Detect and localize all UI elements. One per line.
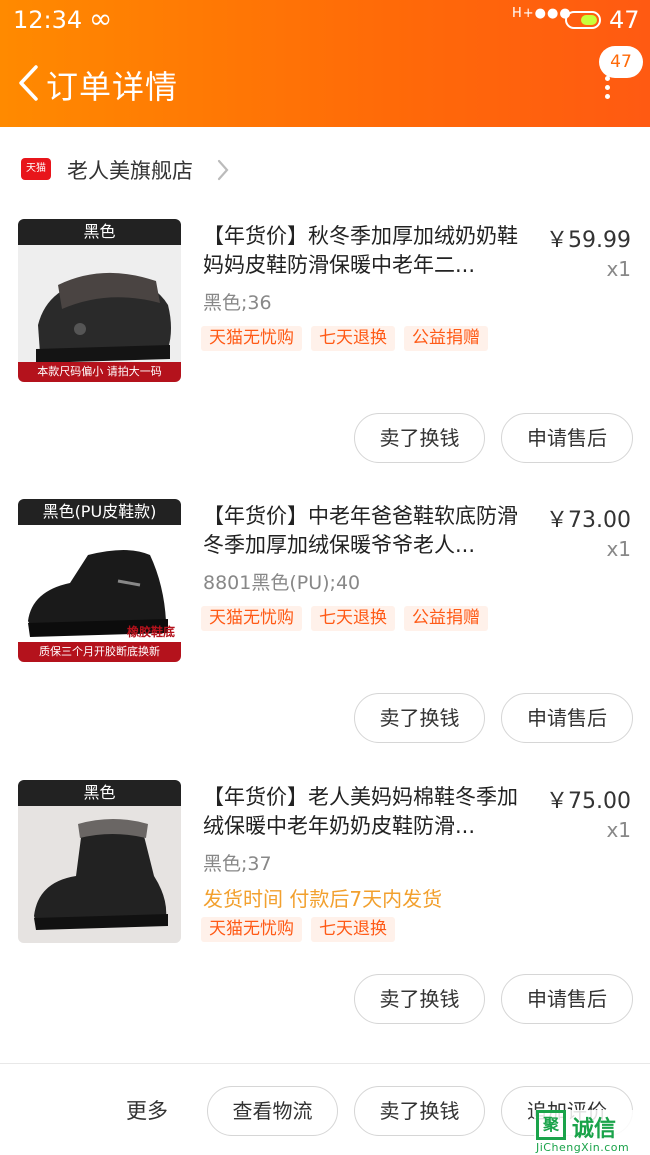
battery-icon	[565, 11, 601, 29]
watermark-domain: JiChengXin.com	[536, 1141, 630, 1154]
product-title[interactable]: 【年货价】中老年爸爸鞋软底防滑冬季加厚加绒保暖爷爷老人...	[203, 502, 533, 560]
watermark: 聚 诚信 JiChengXin.com	[534, 1110, 650, 1155]
more-button[interactable]: 更多	[126, 1095, 168, 1125]
product-image[interactable]: 黑色(PU皮鞋款) 橡胶鞋底 质保三个月开胶断底换新	[18, 499, 181, 662]
order-item[interactable]: 黑色 本款尺码偏小 请拍大一码 【年货价】秋冬季加厚加绒奶奶鞋妈妈皮鞋防滑保暖中…	[0, 219, 650, 499]
product-title[interactable]: 【年货价】老人美妈妈棉鞋冬季加绒保暖中老年奶奶皮鞋防滑...	[203, 783, 533, 841]
watermark-logo: 聚	[536, 1110, 566, 1140]
resell-order-button[interactable]: 卖了换钱	[354, 1086, 485, 1136]
shipping-time: 发货时间 付款后7天内发货	[203, 887, 443, 911]
resell-button[interactable]: 卖了换钱	[354, 974, 485, 1024]
product-title[interactable]: 【年货价】秋冬季加厚加绒奶奶鞋妈妈皮鞋防滑保暖中老年二...	[203, 222, 533, 280]
shop-row[interactable]: 天猫 老人美旗舰店	[0, 140, 650, 198]
order-item[interactable]: 黑色(PU皮鞋款) 橡胶鞋底 质保三个月开胶断底换新 【年货价】中老年爸爸鞋软底…	[0, 499, 650, 779]
product-price: ￥75.00	[546, 789, 631, 814]
service-tag: 天猫无忧购	[201, 606, 302, 631]
image-size-note: 本款尺码偏小 请拍大一码	[18, 362, 181, 382]
vertical-dots-icon[interactable]	[600, 76, 614, 102]
image-sole-note: 橡胶鞋底	[126, 625, 175, 639]
product-price: ￥59.99	[546, 228, 631, 253]
product-quantity: x1	[606, 257, 631, 281]
service-tag: 七天退换	[311, 326, 395, 351]
shop-name[interactable]: 老人美旗舰店	[67, 155, 193, 185]
image-color-label: 黑色	[18, 219, 181, 245]
after-sale-button[interactable]: 申请售后	[501, 974, 633, 1024]
service-tags: 天猫无忧购 七天退换	[201, 917, 404, 943]
service-tag: 公益捐赠	[404, 326, 488, 351]
status-time: 12:34	[13, 6, 83, 34]
status-bar: 12:34 ∞ H+●●● 47	[0, 0, 650, 42]
shoe-image	[18, 806, 181, 943]
service-tag: 天猫无忧购	[201, 917, 302, 942]
image-warranty-note: 质保三个月开胶断底换新	[18, 642, 181, 662]
product-image[interactable]: 黑色 本款尺码偏小 请拍大一码	[18, 219, 181, 382]
view-logistics-button[interactable]: 查看物流	[207, 1086, 338, 1136]
after-sale-button[interactable]: 申请售后	[501, 413, 633, 463]
order-item[interactable]: 黑色 【年货价】老人美妈妈棉鞋冬季加绒保暖中老年奶奶皮鞋防滑... ￥75.00…	[0, 780, 650, 1060]
image-color-label: 黑色	[18, 780, 181, 806]
product-sku: 黑色;36	[203, 292, 272, 314]
service-tag: 公益捐赠	[404, 606, 488, 631]
app-header: 12:34 ∞ H+●●● 47 订单详情 47	[0, 0, 650, 127]
product-image[interactable]: 黑色	[18, 780, 181, 943]
chevron-left-icon[interactable]	[14, 64, 44, 102]
product-sku: 8801黑色(PU);40	[203, 572, 361, 594]
image-color-label: 黑色(PU皮鞋款)	[18, 499, 181, 525]
product-quantity: x1	[606, 537, 631, 561]
page-title: 订单详情	[46, 68, 179, 106]
service-tag: 七天退换	[311, 606, 395, 631]
service-tag: 天猫无忧购	[201, 326, 302, 351]
product-price: ￥73.00	[546, 508, 631, 533]
service-tags: 天猫无忧购 七天退换 公益捐赠	[201, 326, 497, 352]
title-bar: 订单详情 47	[0, 42, 650, 127]
sync-icon: ∞	[89, 2, 113, 35]
product-sku: 黑色;37	[203, 853, 272, 875]
chevron-right-icon	[217, 159, 229, 181]
product-quantity: x1	[606, 818, 631, 842]
tmall-logo: 天猫	[21, 158, 51, 180]
resell-button[interactable]: 卖了换钱	[354, 413, 485, 463]
battery-level: 47	[609, 6, 640, 34]
resell-button[interactable]: 卖了换钱	[354, 693, 485, 743]
after-sale-button[interactable]: 申请售后	[501, 693, 633, 743]
watermark-text: 诚信	[572, 1117, 617, 1142]
service-tag: 七天退换	[311, 917, 395, 942]
signal-icon: H+●●●	[512, 6, 572, 21]
service-tags: 天猫无忧购 七天退换 公益捐赠	[201, 606, 497, 632]
message-badge[interactable]: 47	[599, 46, 643, 78]
